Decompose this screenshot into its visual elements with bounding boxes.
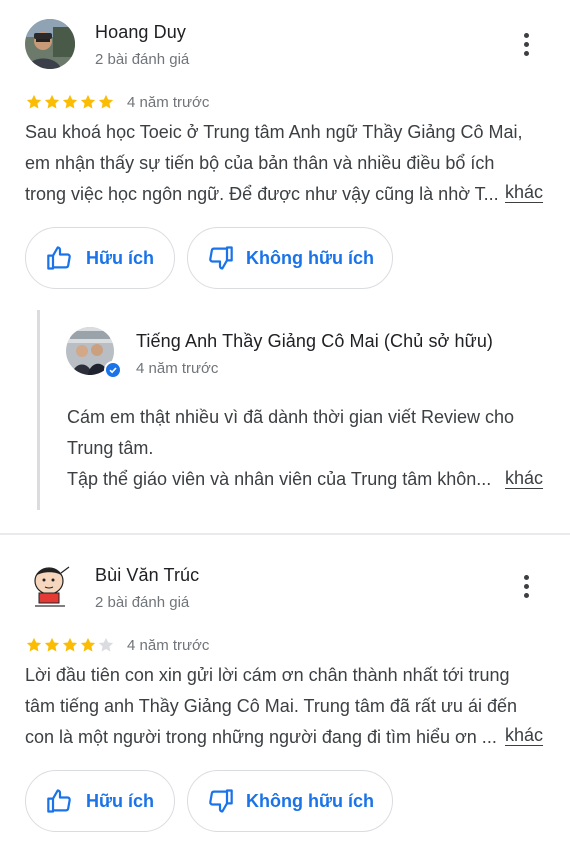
review-text: Sau khoá học Toeic ở Trung tâm Anh ngữ T… — [25, 117, 550, 210]
thumb-up-icon — [47, 789, 71, 813]
read-more-link[interactable]: khác — [505, 182, 543, 203]
reply-indent-bar — [37, 310, 40, 510]
review-date: 4 năm trước — [127, 93, 210, 111]
review-text-line: Lời đầu tiên con xin gửi lời cám ơn chân… — [25, 665, 510, 685]
review-text-line: tâm tiếng anh Thầy Giảng Cô Mai. Trung t… — [25, 696, 517, 716]
star-icon — [26, 637, 42, 652]
reviewer-avatar[interactable] — [25, 561, 75, 611]
owner-name: Tiếng Anh Thầy Giảng Cô Mai (Chủ sở hữu) — [136, 331, 494, 351]
avatar-cartoon — [25, 561, 75, 611]
more-options-icon[interactable] — [514, 571, 538, 601]
review-text: Lời đầu tiên con xin gửi lời cám ơn chân… — [25, 660, 550, 753]
not-helpful-label: Không hữu ích — [245, 247, 374, 268]
helpful-button[interactable]: Hữu ích — [25, 227, 175, 289]
rating-row: 4 năm trước — [25, 636, 209, 654]
owner-reply-text: Cám em thật nhiều vì đã dành thời gian v… — [67, 402, 547, 495]
reply-text-line: Trung tâm. — [67, 438, 154, 458]
reviewer-review-count: 2 bài đánh giá — [95, 51, 190, 68]
thumb-up-icon — [47, 246, 71, 270]
review-text-line: em nhận thấy sự tiến bộ của bản thân và … — [25, 153, 495, 173]
not-helpful-label: Không hữu ích — [245, 790, 374, 811]
helpful-label: Hữu ích — [85, 247, 155, 268]
review-text-line: trong việc học ngôn ngữ. Để được như vậy… — [25, 184, 499, 204]
star-icon — [98, 94, 114, 109]
review-text-line: con là một người trong những người đang … — [25, 727, 497, 747]
star-icon — [80, 94, 96, 109]
reply-read-more-link[interactable]: khác — [505, 468, 543, 489]
review-text-line: Sau khoá học Toeic ở Trung tâm Anh ngữ T… — [25, 122, 523, 142]
rating-row: 4 năm trước — [25, 93, 209, 111]
helpful-button[interactable]: Hữu ích — [25, 770, 175, 832]
not-helpful-button[interactable]: Không hữu ích — [187, 770, 393, 832]
helpful-label: Hữu ích — [85, 790, 155, 811]
reviewer-review-count: 2 bài đánh giá — [95, 594, 190, 611]
reply-text-line: Cám em thật nhiều vì đã dành thời gian v… — [67, 407, 515, 427]
owner-reply-date: 4 năm trước — [136, 360, 219, 377]
thumb-down-icon — [209, 246, 233, 270]
star-icon — [26, 94, 42, 109]
star-icon — [80, 637, 96, 652]
star-rating — [25, 93, 115, 111]
reviewer-name[interactable]: Bùi Văn Trúc — [95, 565, 199, 586]
avatar-photo — [25, 19, 75, 69]
star-icon — [98, 637, 114, 652]
thumb-down-icon — [209, 789, 233, 813]
review-date: 4 năm trước — [127, 636, 210, 654]
reply-text-line: Tập thể giáo viên và nhân viên của Trung… — [67, 469, 492, 489]
star-icon — [44, 94, 60, 109]
star-rating — [25, 636, 115, 654]
reviewer-avatar[interactable] — [25, 19, 75, 69]
not-helpful-button[interactable]: Không hữu ích — [187, 227, 393, 289]
star-icon — [62, 637, 78, 652]
review-divider — [0, 533, 570, 535]
reviewer-name[interactable]: Hoang Duy — [95, 22, 186, 43]
more-options-icon[interactable] — [514, 29, 538, 59]
verified-check-icon — [104, 361, 122, 379]
star-icon — [62, 94, 78, 109]
read-more-link[interactable]: khác — [505, 725, 543, 746]
star-icon — [44, 637, 60, 652]
